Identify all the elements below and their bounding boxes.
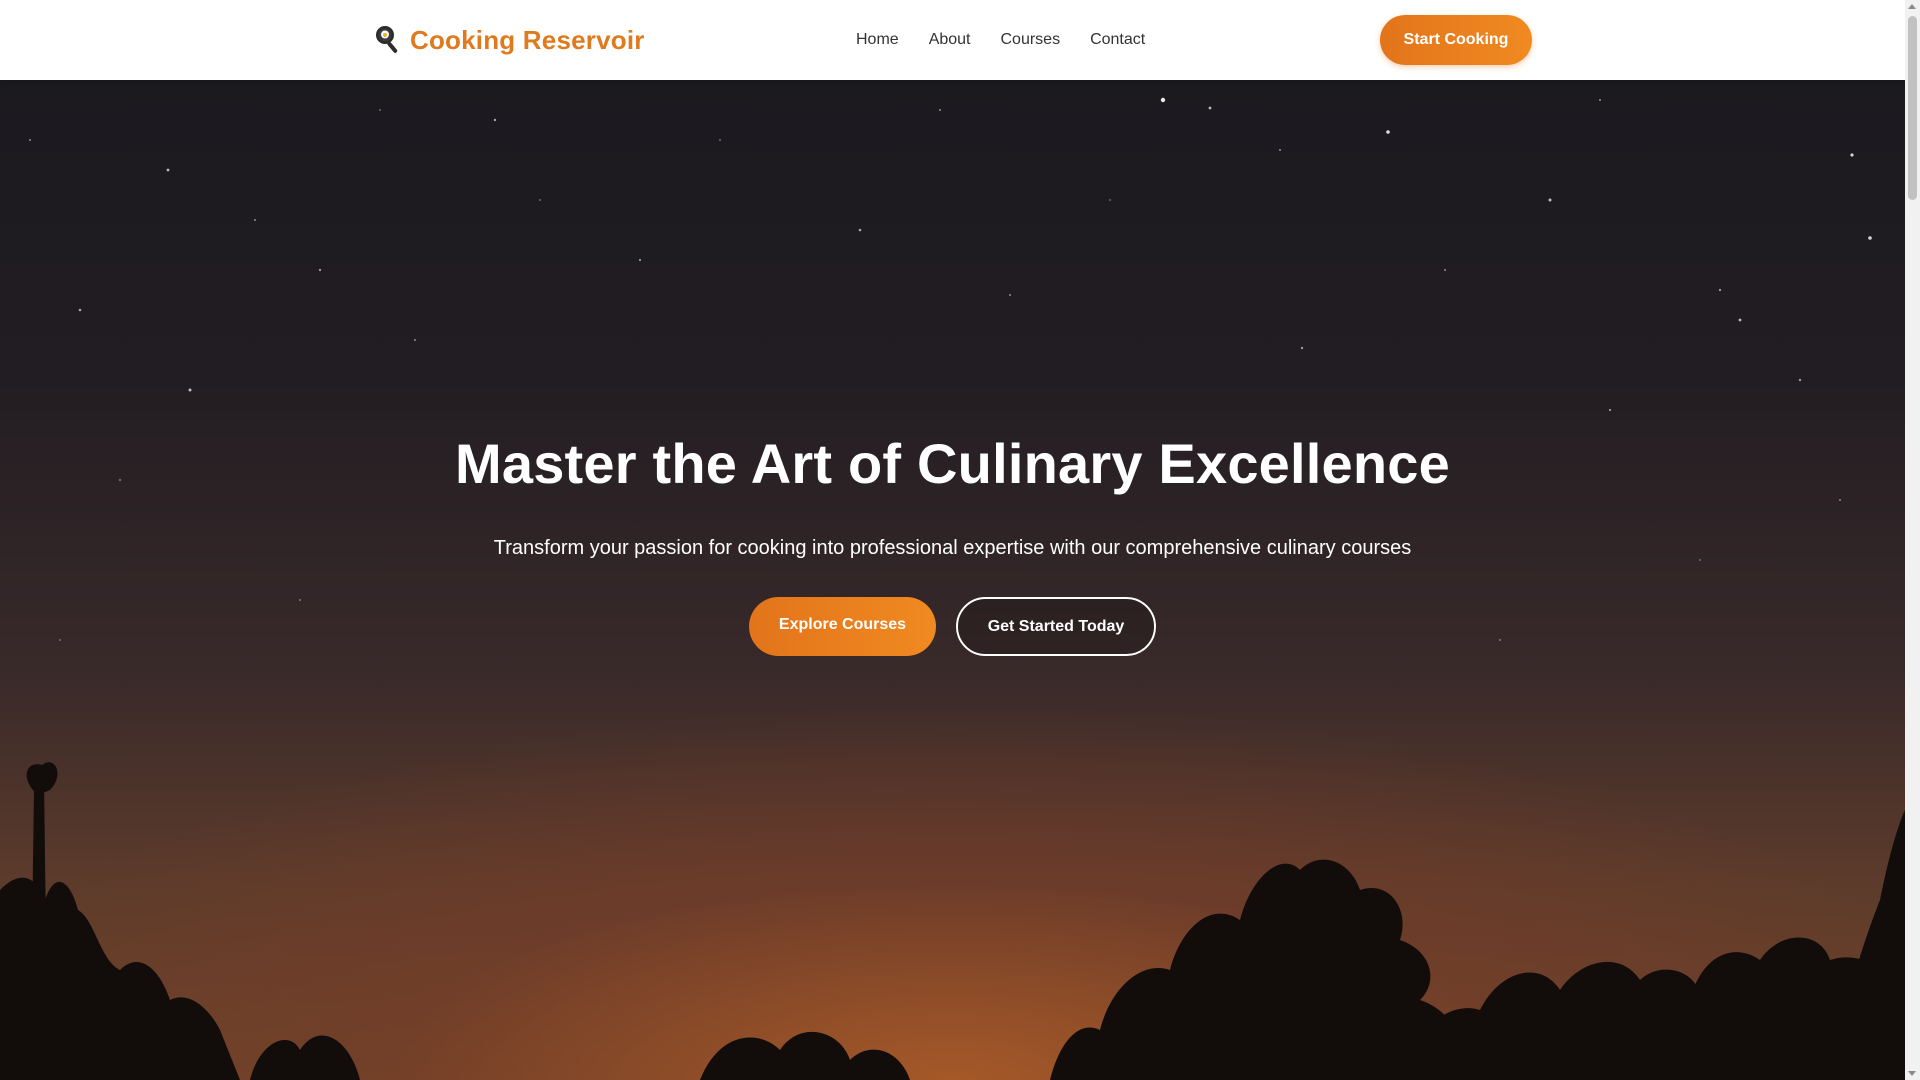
main-nav: Home About Courses Contact	[856, 28, 1145, 52]
nav-contact[interactable]: Contact	[1090, 28, 1145, 52]
scroll-up-arrow-icon[interactable]	[1908, 4, 1916, 9]
hero-section: Master the Art of Culinary Excellence Tr…	[0, 80, 1905, 1080]
explore-courses-button[interactable]: Explore Courses	[749, 597, 936, 656]
get-started-button[interactable]: Get Started Today	[956, 597, 1156, 656]
hero-title: Master the Art of Culinary Excellence	[455, 432, 1450, 495]
start-cooking-button[interactable]: Start Cooking	[1380, 15, 1532, 65]
nav-courses[interactable]: Courses	[1001, 28, 1061, 52]
scrollbar-thumb[interactable]	[1908, 16, 1917, 200]
landing-page: Cooking Reservoir Home About Courses Con…	[0, 0, 1905, 1080]
hero-subtitle: Transform your passion for cooking into …	[493, 537, 1412, 559]
site-header: Cooking Reservoir Home About Courses Con…	[0, 0, 1905, 80]
scroll-down-arrow-icon[interactable]	[1908, 1071, 1916, 1076]
brand-logo[interactable]: Cooking Reservoir	[374, 24, 645, 56]
frying-pan-icon	[374, 24, 402, 56]
vertical-scrollbar[interactable]	[1905, 0, 1920, 1080]
brand-name: Cooking Reservoir	[410, 24, 645, 55]
nav-home[interactable]: Home	[856, 28, 899, 52]
tree-silhouette	[0, 762, 1905, 1080]
nav-about[interactable]: About	[929, 28, 971, 52]
